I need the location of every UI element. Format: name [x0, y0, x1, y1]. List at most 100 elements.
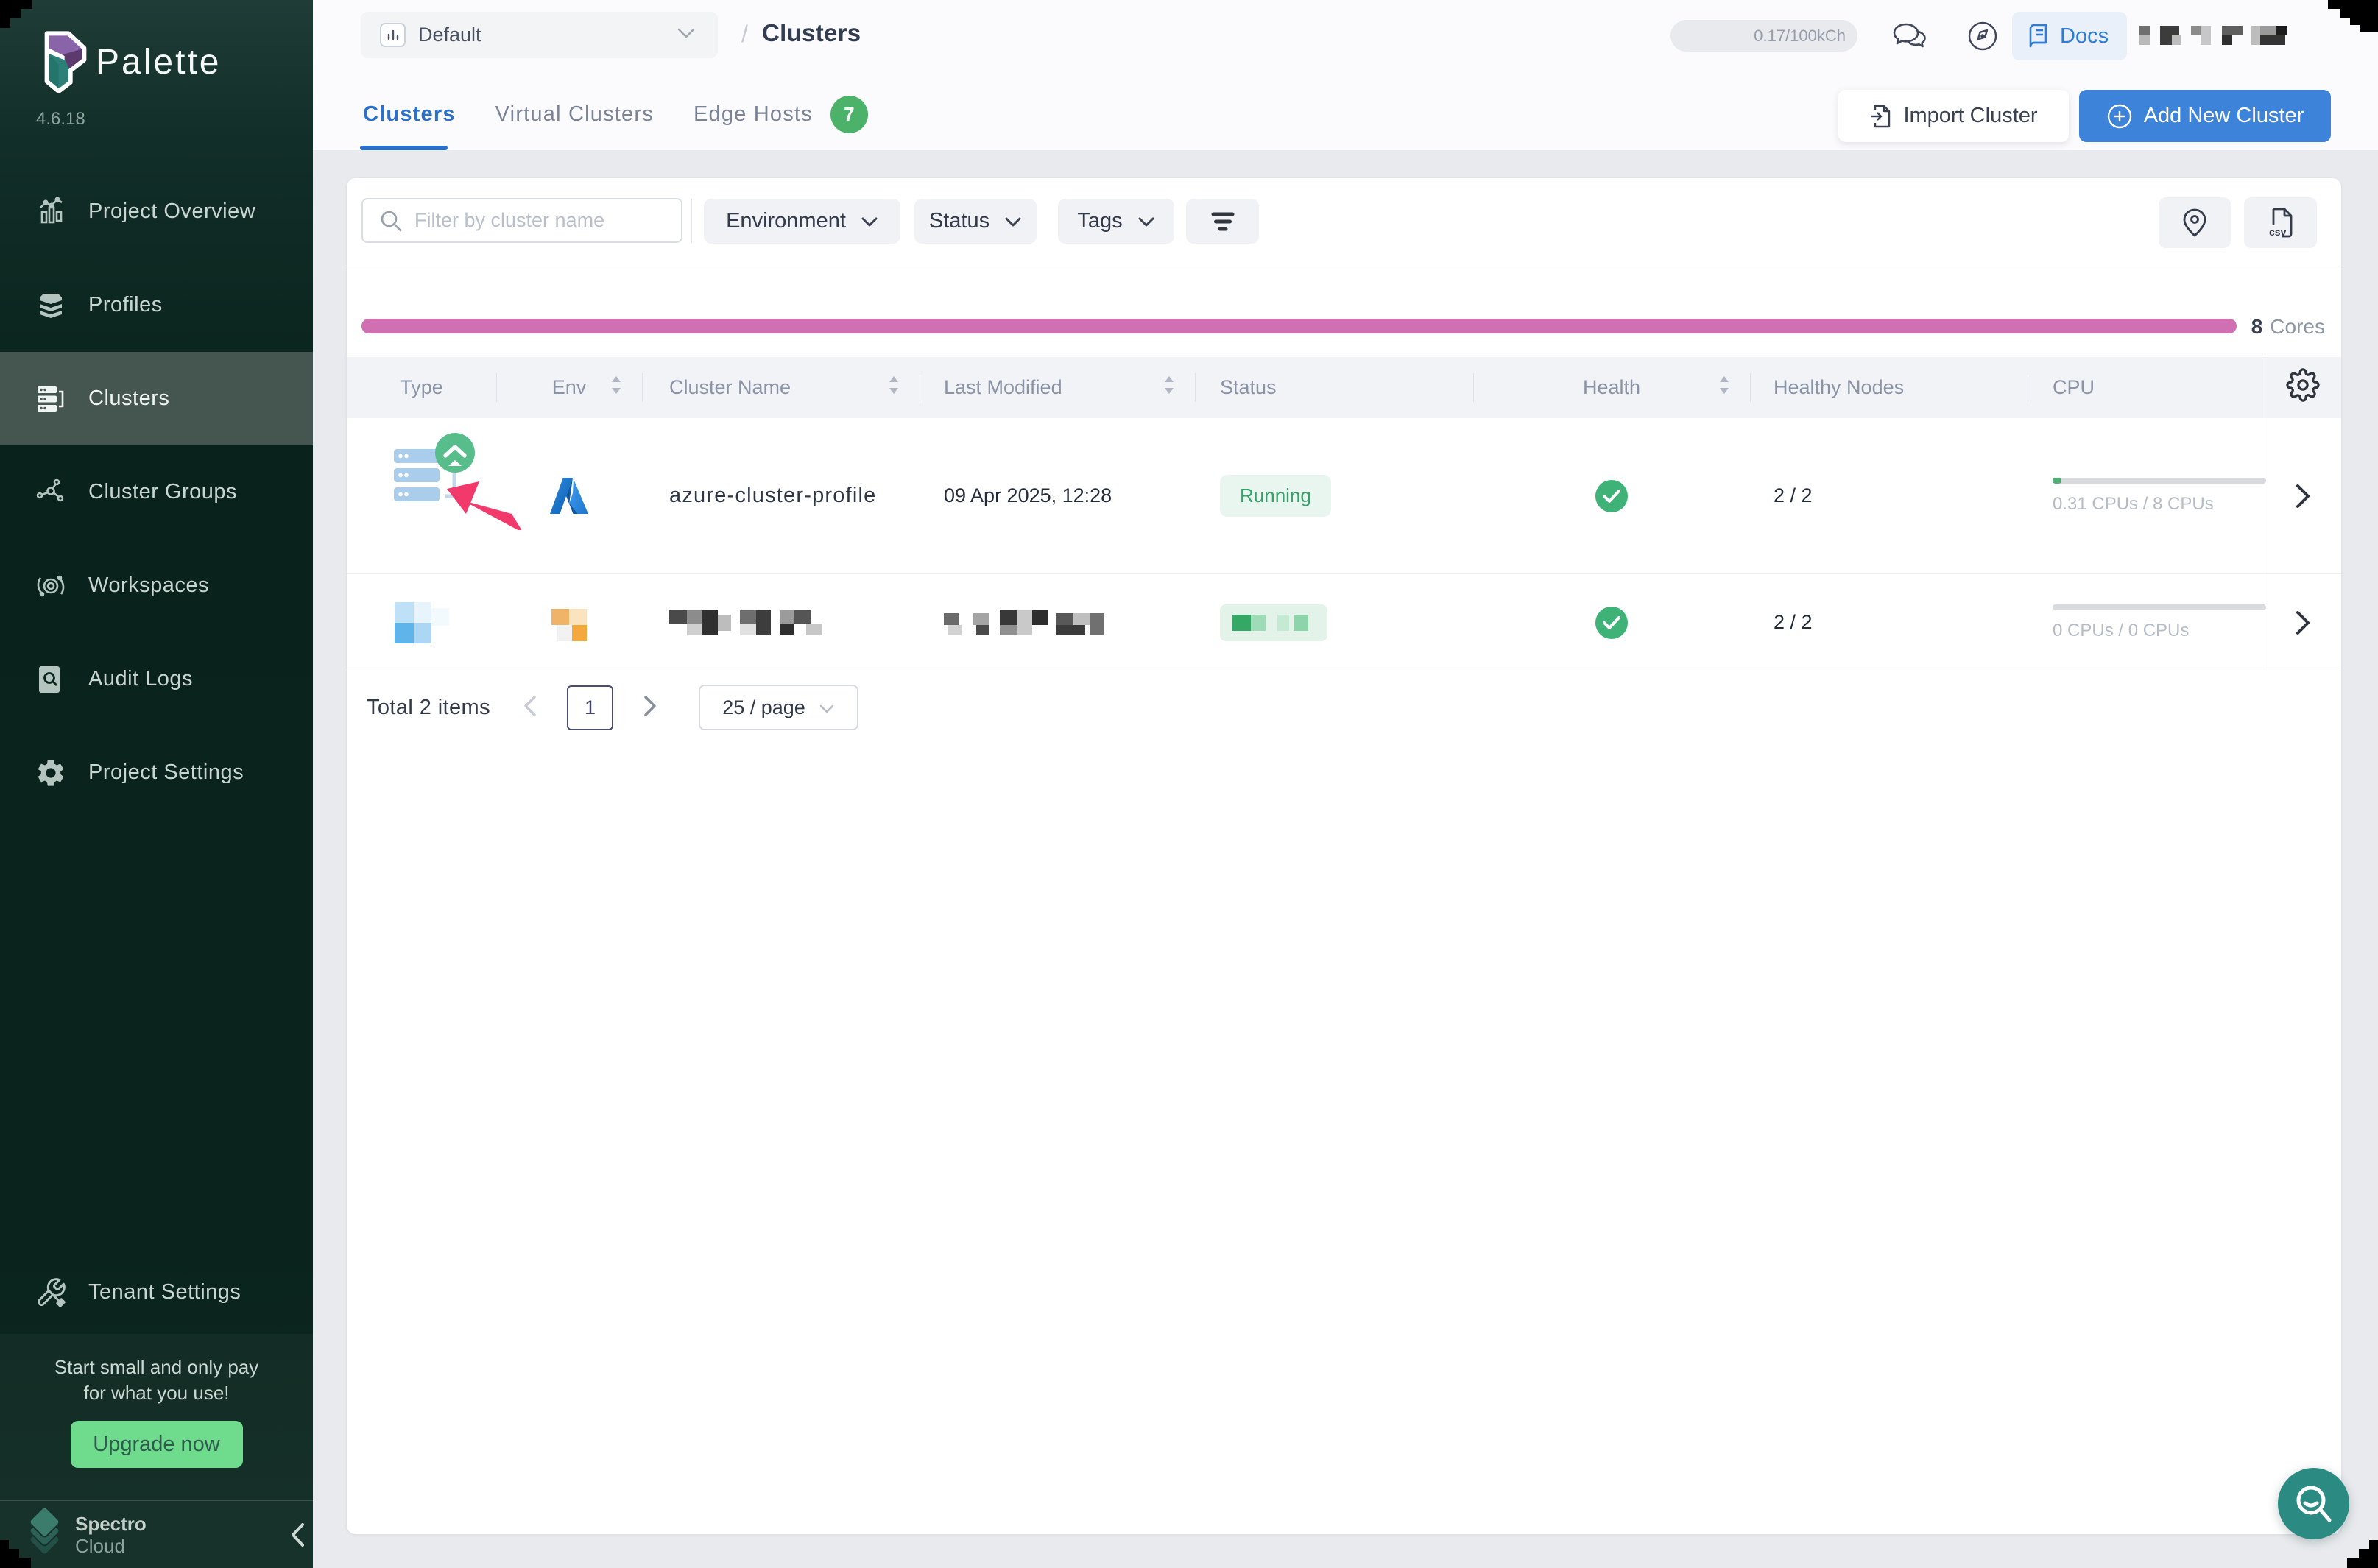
cluster-groups-icon	[34, 476, 68, 509]
sidebar-item-label: Profiles	[88, 293, 163, 317]
spectro-cloud-name: Spectro Cloud	[75, 1513, 147, 1557]
cpu-usage-bar	[2053, 604, 2266, 610]
cluster-type-cell	[347, 418, 496, 573]
sidebar-item-clusters[interactable]: Clusters	[0, 352, 313, 445]
sidebar-item-label: Project Settings	[88, 760, 244, 785]
import-icon	[1869, 104, 1893, 129]
column-header-last-modified[interactable]: Last Modified	[920, 357, 1195, 418]
sidebar-item-audit-logs[interactable]: Audit Logs	[0, 632, 313, 726]
spectro-cloud-logo	[22, 1508, 68, 1561]
pagination-page-1[interactable]: 1	[567, 685, 613, 730]
health-check-icon	[1595, 607, 1628, 639]
status-badge: Running	[1220, 475, 1331, 517]
sidebar-item-workspaces[interactable]: Workspaces	[0, 539, 313, 632]
cluster-filter-input[interactable]	[414, 209, 665, 232]
environment-filter-button[interactable]: Environment	[704, 199, 900, 244]
health-cell	[1473, 574, 1750, 671]
row-expand-button[interactable]	[2265, 574, 2341, 671]
upgrade-now-button[interactable]: Upgrade now	[71, 1421, 243, 1468]
sidebar-item-label: Audit Logs	[88, 667, 193, 691]
cluster-row-azure[interactable]: azure-cluster-profile 09 Apr 2025, 12:28…	[347, 418, 2341, 574]
compass-icon[interactable]	[1967, 21, 1998, 55]
chevron-down-icon	[1004, 209, 1022, 233]
tags-filter-label: Tags	[1077, 209, 1122, 233]
sidebar-item-project-overview[interactable]: Project Overview	[0, 165, 313, 258]
column-header-cluster-name[interactable]: Cluster Name	[642, 357, 920, 418]
import-cluster-button[interactable]: Import Cluster	[1838, 90, 2069, 142]
chat-icon[interactable]	[1892, 22, 1927, 54]
status-cell: Running	[1195, 418, 1473, 573]
sort-icon	[611, 376, 621, 399]
docs-button[interactable]: Docs	[2012, 12, 2127, 60]
sort-icon	[1164, 376, 1174, 399]
cpu-cell: 0 CPUs / 0 CPUs	[2028, 574, 2265, 671]
palette-logo-icon	[29, 29, 93, 94]
profiles-icon	[34, 289, 68, 322]
support-fab[interactable]	[2278, 1468, 2349, 1539]
redacted-user-name	[2139, 26, 2287, 45]
search-smile-icon	[2295, 1484, 2333, 1524]
tab-clusters[interactable]: Clusters	[363, 102, 456, 127]
chevron-down-icon	[677, 27, 696, 43]
sidebar: Palette 4.6.18 Project Overview	[0, 0, 313, 1568]
sidebar-item-cluster-groups[interactable]: Cluster Groups	[0, 445, 313, 539]
project-selector-icon	[380, 23, 406, 47]
sidebar-item-profiles[interactable]: Profiles	[0, 258, 313, 352]
gear-icon[interactable]	[2286, 368, 2320, 407]
tab-virtual-clusters[interactable]: Virtual Clusters	[495, 102, 654, 127]
last-modified-cell: 09 Apr 2025, 12:28	[920, 418, 1195, 573]
column-header-cpu[interactable]: CPU	[2028, 357, 2265, 418]
cpu-usage-text: 0 CPUs / 0 CPUs	[2053, 621, 2265, 641]
cluster-name-cell[interactable]: azure-cluster-profile	[642, 418, 920, 573]
sidebar-collapse-button[interactable]	[283, 1520, 313, 1550]
add-new-cluster-button[interactable]: Add New Cluster	[2079, 90, 2331, 142]
last-modified-cell	[920, 574, 1195, 671]
environment-filter-label: Environment	[726, 209, 846, 233]
project-selector[interactable]: Default	[361, 12, 718, 58]
status-filter-button[interactable]: Status	[914, 199, 1037, 244]
export-csv-button[interactable]: csv	[2244, 197, 2317, 248]
sidebar-item-label: Cluster Groups	[88, 480, 237, 504]
brand-name: Palette	[96, 42, 221, 82]
tab-edge-hosts[interactable]: Edge Hosts 7	[694, 96, 868, 133]
column-header-type[interactable]: Type	[347, 357, 496, 418]
cluster-row-redacted[interactable]: 2 / 2 0 CPUs / 0 CPUs	[347, 574, 2341, 671]
cpu-cell: 0.31 CPUs / 8 CPUs	[2028, 418, 2265, 573]
column-header-healthy-nodes[interactable]: Healthy Nodes	[1750, 357, 2028, 418]
usage-pill: 0.17/100kCh	[1670, 20, 1857, 52]
add-new-cluster-label: Add New Cluster	[2144, 104, 2304, 128]
clusters-icon	[34, 382, 68, 416]
tab-bar: Clusters Virtual Clusters Edge Hosts 7	[363, 96, 908, 133]
column-header-env[interactable]: Env	[496, 357, 642, 418]
workspaces-icon	[34, 569, 68, 603]
cluster-env-cell	[496, 574, 642, 671]
cluster-type-cell	[347, 574, 496, 671]
chevron-right-icon	[2295, 483, 2311, 509]
cpu-usage-bar	[2053, 478, 2266, 484]
page-size-select[interactable]: 25 / page	[699, 685, 858, 730]
breadcrumb-separator: /	[741, 21, 748, 48]
sidebar-item-tenant-settings[interactable]: Tenant Settings	[0, 1246, 313, 1339]
column-header-health[interactable]: Health	[1473, 357, 1750, 418]
table-header: Type Env Cluster Name Last Modified	[347, 357, 2341, 418]
pagination-next-button[interactable]	[643, 694, 657, 721]
tags-filter-button[interactable]: Tags	[1058, 199, 1174, 244]
map-view-button[interactable]	[2159, 197, 2231, 248]
column-header-status[interactable]: Status	[1195, 357, 1473, 418]
redacted-type-icon	[395, 602, 449, 643]
more-filters-button[interactable]	[1186, 199, 1259, 244]
usage-value: 0.17/100kCh	[1754, 27, 1846, 46]
location-pin-icon	[2182, 208, 2207, 238]
sidebar-item-label: Tenant Settings	[88, 1280, 241, 1304]
sidebar-item-project-settings[interactable]: Project Settings	[0, 726, 313, 819]
sidebar-item-label: Clusters	[88, 386, 169, 411]
filter-divider	[691, 199, 692, 243]
project-selector-value: Default	[418, 24, 481, 46]
healthy-nodes-cell: 2 / 2	[1750, 418, 2028, 573]
app-window: Palette 4.6.18 Project Overview	[0, 0, 2378, 1568]
pagination: Total 2 items 1 25 / page	[347, 674, 2341, 741]
row-expand-button[interactable]	[2265, 418, 2341, 573]
chevron-right-icon	[2295, 610, 2311, 636]
pagination-prev-button[interactable]	[523, 694, 537, 721]
main-area: Default / Clusters 0.17/100kCh	[313, 0, 2378, 1568]
